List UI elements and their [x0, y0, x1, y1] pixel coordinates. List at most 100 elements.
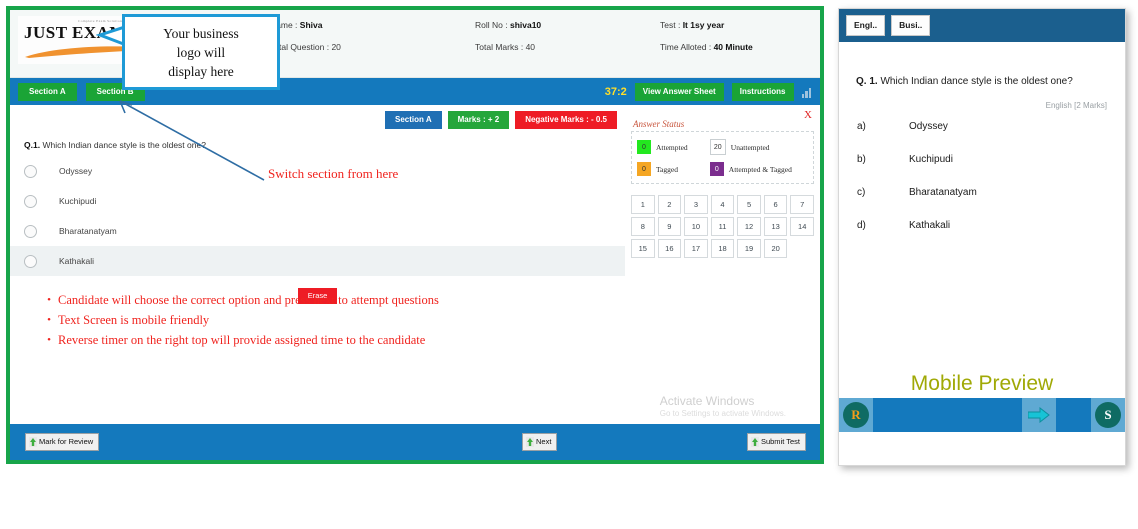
question-column: Section A Marks : + 2 Negative Marks : -…	[10, 105, 625, 428]
mobile-preview-caption: Mobile Preview	[910, 372, 1054, 395]
mobile-option-key-3: c)	[857, 187, 866, 198]
next-button[interactable]: Next	[522, 433, 558, 451]
time-alloted-value: 40 Minute	[713, 42, 753, 52]
mobile-question-prompt: Q. 1. Which Indian dance style is the ol…	[839, 42, 1125, 87]
question-number-cell[interactable]: 6	[763, 195, 788, 214]
exam-bottom-toolbar: Mark for Review Next Submit Test	[10, 424, 820, 460]
review-circle-icon: R	[843, 402, 869, 428]
question-number-cell[interactable]: 7	[790, 195, 814, 214]
tab-section-a[interactable]: Section A	[18, 82, 77, 101]
radio-icon-3[interactable]	[24, 224, 37, 238]
question-number-cell[interactable]: 9	[657, 217, 682, 236]
mobile-option-row-2[interactable]: b) Kuchipudi	[839, 143, 1125, 176]
mobile-tab-english[interactable]: Engl..	[846, 15, 886, 36]
mobile-option-row-1[interactable]: a) Odyssey	[839, 110, 1125, 143]
mobile-preview-window: Engl.. Busi.. Q. 1. Which Indian dance s…	[838, 8, 1126, 466]
answer-status-legend: 0 Attempted 20 Unattempted 0 Tagged 0 At…	[631, 131, 814, 184]
option-label-3: Bharatanatyam	[59, 226, 117, 236]
question-number-cell[interactable]: 19	[737, 239, 761, 258]
mobile-option-row-3[interactable]: c) Bharatanatyam	[839, 176, 1125, 209]
mark-for-review-label: Mark for Review	[39, 437, 94, 447]
answer-status-title: Answer Status	[633, 119, 685, 129]
roll-no-line: Roll No : shiva10	[475, 20, 660, 30]
candidate-name-line: Name : Shiva	[270, 20, 475, 30]
radio-icon-4[interactable]	[24, 254, 37, 268]
mobile-content: Q. 1. Which Indian dance style is the ol…	[839, 42, 1125, 432]
total-question-line: Total Question : 20	[270, 42, 475, 52]
question-number-grid: 1 2 3 4 5 6 7 8 9 10 11 12 13 14 15 16 17 18 19 20	[631, 195, 814, 258]
note-text-1: Candidate will choose the correct option…	[58, 293, 439, 307]
question-number-cell[interactable]: 13	[763, 217, 788, 236]
next-label: Next	[536, 437, 552, 447]
callout-line-1: Your business	[163, 25, 239, 41]
note-item-2: • Text Screen is mobile friendly	[40, 310, 620, 330]
signal-bars-icon[interactable]	[801, 86, 811, 98]
option-row-3[interactable]: Bharatanatyam	[10, 216, 625, 246]
callout-line-2: logo will	[176, 44, 226, 60]
legend-swatch-tagged: 0	[637, 162, 651, 176]
radio-icon-2[interactable]	[24, 194, 37, 208]
close-icon[interactable]: X	[804, 109, 812, 121]
legend-label-tagged: Tagged	[656, 164, 678, 174]
mobile-option-label-1: Odyssey	[909, 121, 948, 132]
question-number-cell[interactable]: 3	[684, 195, 708, 214]
mobile-option-key-4: d)	[857, 220, 866, 231]
option-row-4[interactable]: Kathakali	[10, 246, 625, 276]
note-text-2: Text Screen is mobile friendly	[58, 313, 210, 327]
question-number-cell[interactable]: 1	[631, 195, 655, 214]
callout-text: Your business logo will display here	[163, 24, 239, 81]
switch-section-annotation: Switch section from here	[268, 166, 399, 181]
submit-test-label: Submit Test	[760, 437, 800, 447]
roll-value: shiva10	[509, 20, 542, 30]
instructions-button[interactable]: Instructions	[731, 82, 794, 101]
header-col-name: Name : Shiva Total Question : 20	[270, 10, 475, 64]
question-number-cell[interactable]: 15	[631, 239, 655, 258]
mobile-submit-button[interactable]: S	[1091, 398, 1125, 432]
mobile-bottom-toolbar: R S	[839, 398, 1125, 432]
time-alloted-line: Time Alloted : 40 Minute	[660, 42, 753, 52]
chip-marks: Marks : + 2	[447, 111, 510, 129]
option-row-2[interactable]: Kuchipudi	[10, 186, 625, 216]
question-number-cell[interactable]: 11	[710, 217, 735, 236]
question-number-cell[interactable]: 8	[631, 217, 655, 236]
test-line: Test : It 1sy year	[660, 20, 753, 30]
legend-swatch-attempted: 0	[637, 140, 651, 154]
legend-swatch-unattempted: 20	[709, 139, 726, 155]
question-number-cell[interactable]: 4	[710, 195, 735, 214]
mobile-question-body: Which Indian dance style is the oldest o…	[880, 76, 1073, 87]
question-number-cell[interactable]: 16	[657, 239, 682, 258]
option-label-1: Odyssey	[59, 166, 93, 176]
submit-test-button[interactable]: Submit Test	[746, 433, 806, 451]
view-answer-sheet-button[interactable]: View Answer Sheet	[634, 82, 724, 101]
total-question-value: 20	[331, 42, 341, 52]
radio-icon-1[interactable]	[24, 164, 37, 178]
question-prompt: Q.1. Which Indian dance style is the old…	[10, 129, 625, 156]
callout-line-3: display here	[168, 63, 234, 79]
legend-unattempted: 20 Unattempted	[709, 139, 808, 155]
question-number-cell[interactable]: 14	[790, 217, 814, 236]
roll-label: Roll No :	[475, 20, 508, 30]
option-label-4: Kathakali	[59, 256, 94, 266]
question-number-cell[interactable]: 10	[684, 217, 708, 236]
question-number-cell[interactable]: 12	[737, 217, 761, 236]
submit-circle-icon: S	[1095, 402, 1121, 428]
mobile-review-button[interactable]: R	[839, 398, 873, 432]
mobile-next-button[interactable]	[1022, 398, 1056, 432]
note-text-3: Reverse timer on the right top will prov…	[58, 333, 426, 347]
name-value: Shiva	[299, 20, 323, 30]
mobile-tab-business[interactable]: Busi..	[891, 15, 931, 36]
chip-section: Section A	[385, 111, 442, 129]
mobile-option-row-4[interactable]: d) Kathakali	[839, 209, 1125, 242]
logo-callout-box: Your business logo will display here	[122, 14, 280, 90]
legend-attempted-tagged: 0 Attempted & Tagged	[709, 162, 808, 176]
question-number-cell[interactable]: 18	[710, 239, 735, 258]
question-number-cell[interactable]: 2	[657, 195, 682, 214]
answer-status-panel: X Answer Status 0 Attempted 20 Unattempt…	[625, 105, 820, 428]
question-number-cell[interactable]: 17	[684, 239, 708, 258]
question-number: Q.1.	[24, 140, 41, 150]
question-number-cell[interactable]: 20	[763, 239, 788, 258]
mark-for-review-button[interactable]: Mark for Review	[25, 433, 100, 451]
question-number-cell[interactable]: 5	[737, 195, 761, 214]
legend-swatch-attempted-tagged: 0	[709, 162, 724, 176]
mobile-option-key-1: a)	[857, 121, 866, 132]
